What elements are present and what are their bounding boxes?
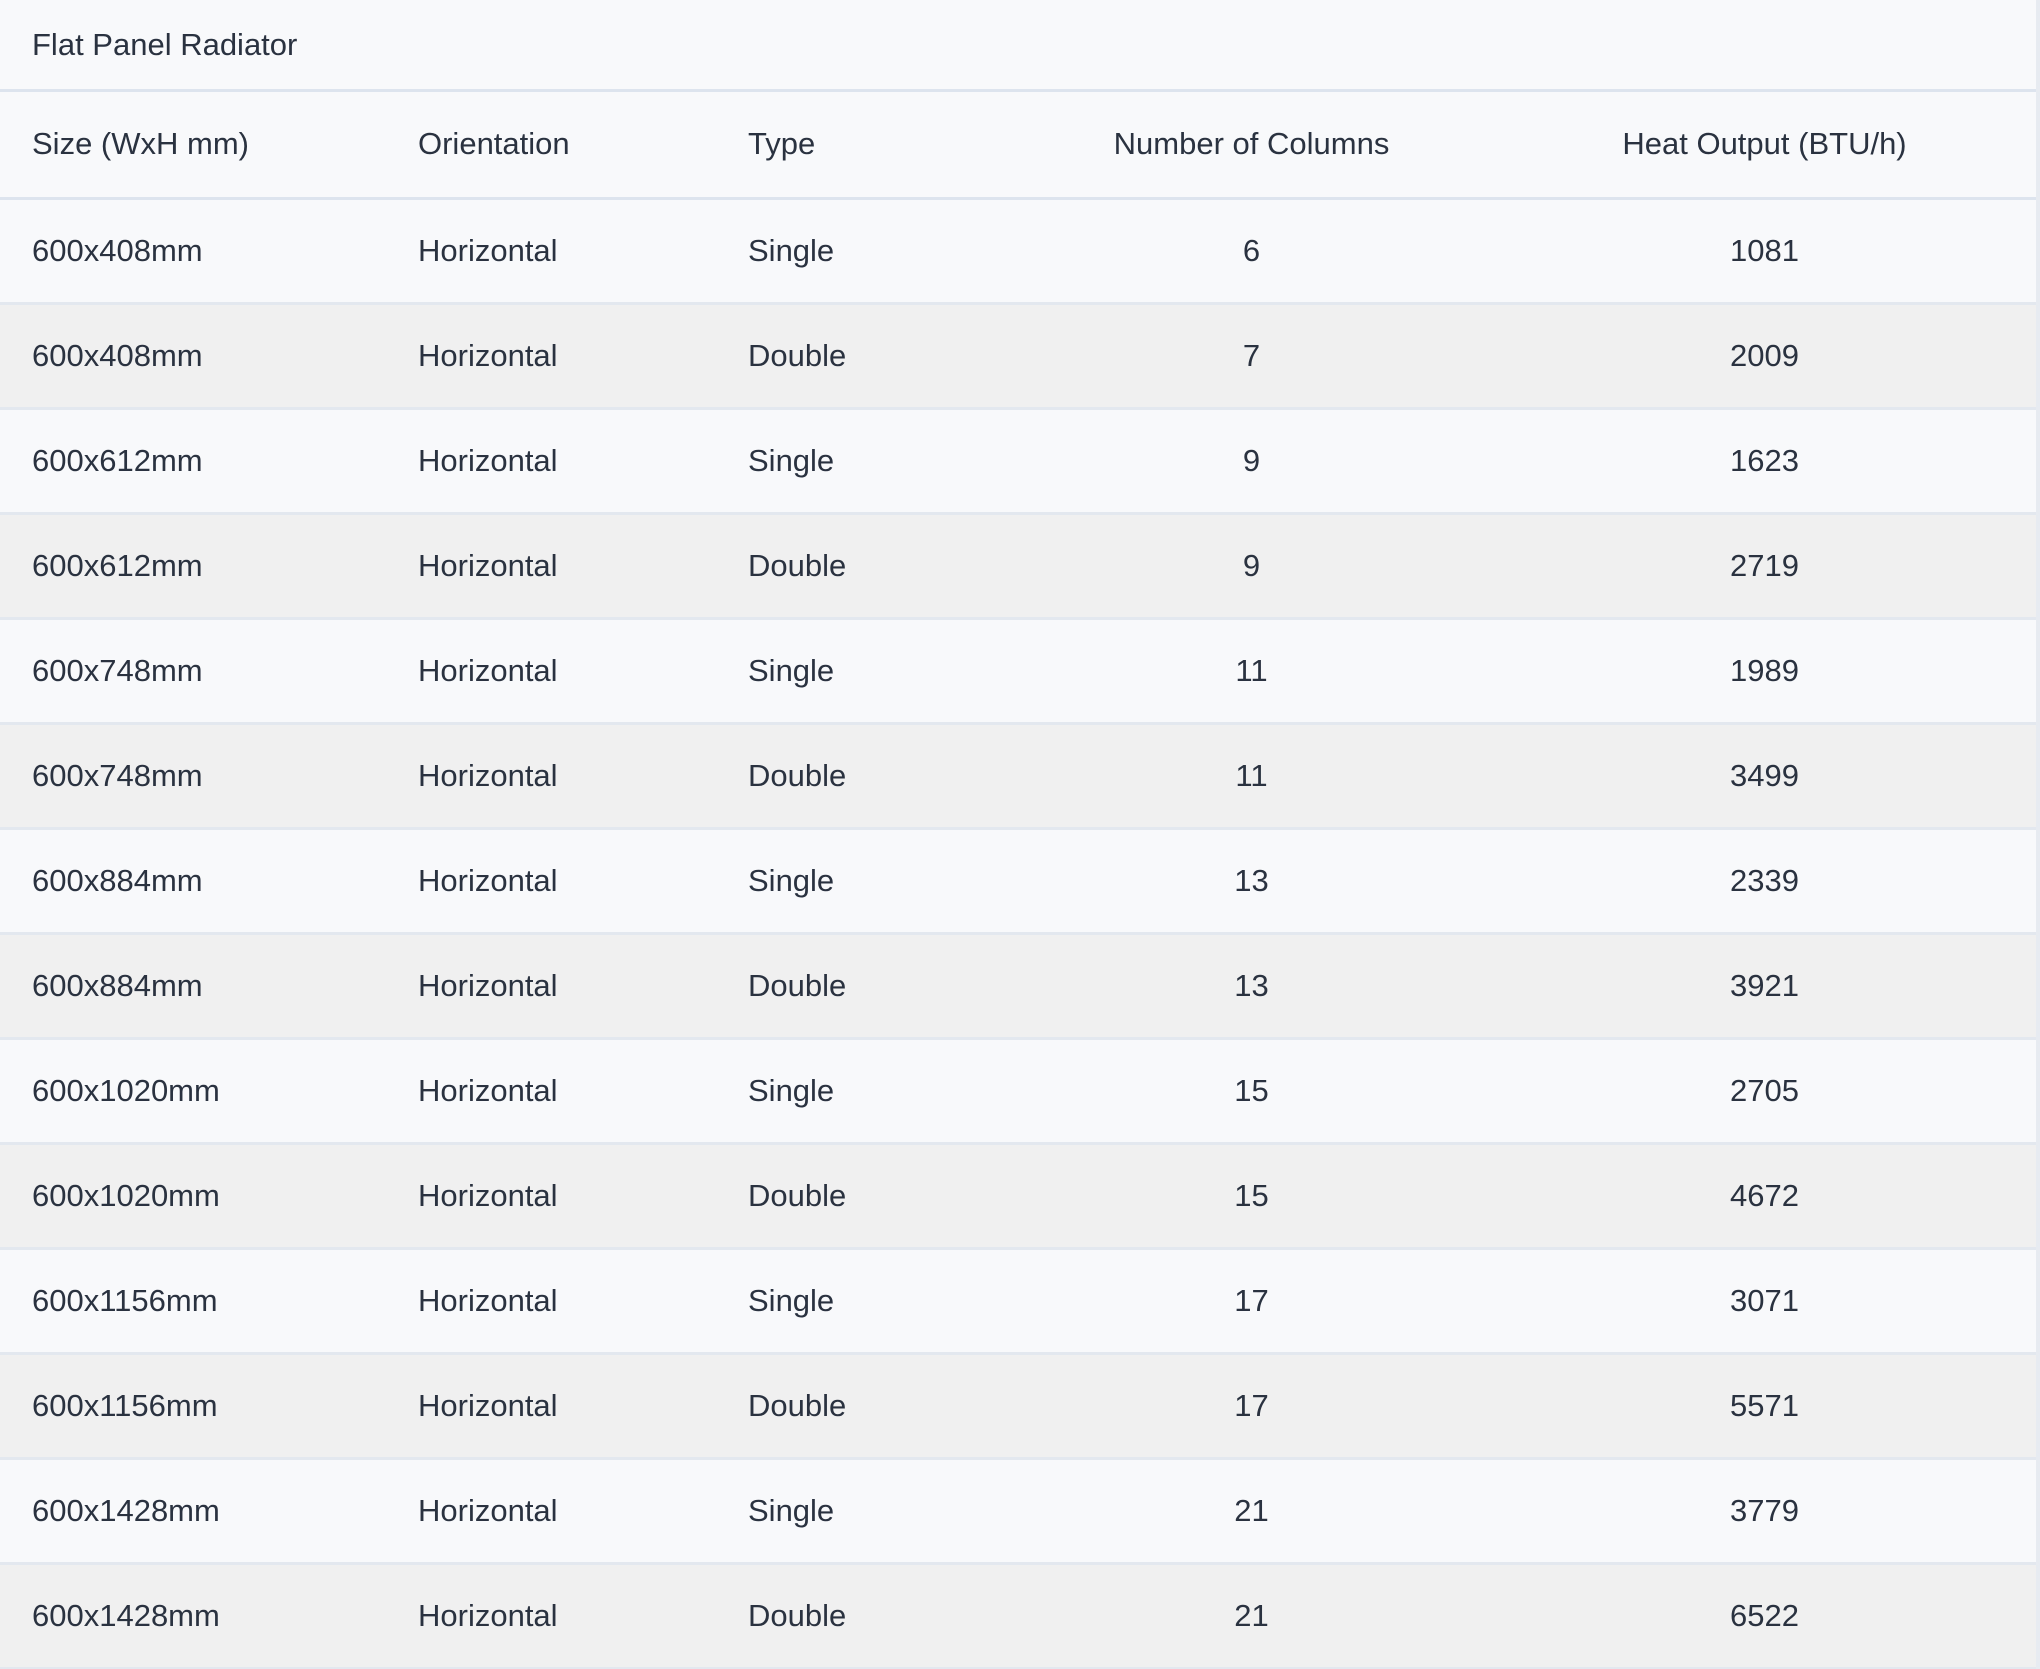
cell-number-of-columns: 9 — [1010, 513, 1493, 620]
cell-heat-output: 2009 — [1493, 303, 2036, 410]
cell-size: 600x884mm — [0, 828, 418, 935]
column-header-heat-output[interactable]: Heat Output (BTU/h) — [1493, 92, 2036, 200]
cell-heat-output: 2339 — [1493, 828, 2036, 935]
table-row: 600x1020mm Horizontal Single 15 2705 — [0, 1038, 2036, 1145]
cell-size: 600x612mm — [0, 513, 418, 620]
cell-heat-output: 6522 — [1493, 1563, 2036, 1669]
column-header-orientation[interactable]: Orientation — [418, 92, 748, 200]
cell-orientation: Horizontal — [418, 513, 748, 620]
table-row: 600x1428mm Horizontal Double 21 6522 — [0, 1563, 2036, 1669]
table-row: 600x884mm Horizontal Single 13 2339 — [0, 828, 2036, 935]
cell-orientation: Horizontal — [418, 303, 748, 410]
table-header: Size (WxH mm) Orientation Type Number of… — [0, 92, 2036, 200]
cell-type: Double — [748, 513, 1010, 620]
table-title: Flat Panel Radiator — [32, 26, 298, 62]
cell-orientation: Horizontal — [418, 933, 748, 1040]
cell-orientation: Horizontal — [418, 198, 748, 305]
table-row: 600x748mm Horizontal Single 11 1989 — [0, 618, 2036, 725]
cell-heat-output: 2719 — [1493, 513, 2036, 620]
cell-heat-output: 3499 — [1493, 723, 2036, 830]
cell-heat-output: 1623 — [1493, 408, 2036, 515]
table-row: 600x408mm Horizontal Double 7 2009 — [0, 303, 2036, 410]
cell-number-of-columns: 9 — [1010, 408, 1493, 515]
radiator-table: Size (WxH mm) Orientation Type Number of… — [0, 92, 2036, 1669]
cell-type: Double — [748, 723, 1010, 830]
table-row: 600x1428mm Horizontal Single 21 3779 — [0, 1458, 2036, 1565]
cell-heat-output: 5571 — [1493, 1353, 2036, 1460]
cell-number-of-columns: 15 — [1010, 1038, 1493, 1145]
header-row: Size (WxH mm) Orientation Type Number of… — [0, 92, 2036, 200]
cell-type: Double — [748, 1353, 1010, 1460]
cell-number-of-columns: 11 — [1010, 618, 1493, 725]
cell-type: Single — [748, 198, 1010, 305]
cell-number-of-columns: 15 — [1010, 1143, 1493, 1250]
cell-orientation: Horizontal — [418, 618, 748, 725]
cell-size: 600x1156mm — [0, 1248, 418, 1355]
cell-type: Single — [748, 1458, 1010, 1565]
table-caption-bar: Flat Panel Radiator — [0, 0, 2036, 92]
cell-size: 600x1156mm — [0, 1353, 418, 1460]
cell-orientation: Horizontal — [418, 723, 748, 830]
cell-type: Single — [748, 828, 1010, 935]
cell-type: Double — [748, 933, 1010, 1040]
cell-type: Single — [748, 618, 1010, 725]
cell-number-of-columns: 7 — [1010, 303, 1493, 410]
column-header-size[interactable]: Size (WxH mm) — [0, 92, 418, 200]
cell-heat-output: 1989 — [1493, 618, 2036, 725]
cell-size: 600x1020mm — [0, 1143, 418, 1250]
cell-orientation: Horizontal — [418, 1143, 748, 1250]
cell-type: Double — [748, 1563, 1010, 1669]
cell-type: Single — [748, 1248, 1010, 1355]
cell-orientation: Horizontal — [418, 1563, 748, 1669]
cell-orientation: Horizontal — [418, 408, 748, 515]
cell-number-of-columns: 21 — [1010, 1458, 1493, 1565]
column-header-type[interactable]: Type — [748, 92, 1010, 200]
cell-heat-output: 4672 — [1493, 1143, 2036, 1250]
cell-heat-output: 2705 — [1493, 1038, 2036, 1145]
cell-size: 600x1428mm — [0, 1458, 418, 1565]
table-row: 600x612mm Horizontal Single 9 1623 — [0, 408, 2036, 515]
cell-type: Single — [748, 408, 1010, 515]
cell-size: 600x748mm — [0, 723, 418, 830]
cell-number-of-columns: 17 — [1010, 1248, 1493, 1355]
cell-number-of-columns: 13 — [1010, 828, 1493, 935]
table-row: 600x612mm Horizontal Double 9 2719 — [0, 513, 2036, 620]
radiator-table-panel: Flat Panel Radiator Size (WxH mm) Orient… — [0, 0, 2040, 1669]
cell-heat-output: 3071 — [1493, 1248, 2036, 1355]
cell-number-of-columns: 11 — [1010, 723, 1493, 830]
cell-size: 600x408mm — [0, 198, 418, 305]
cell-size: 600x1428mm — [0, 1563, 418, 1669]
cell-size: 600x612mm — [0, 408, 418, 515]
cell-orientation: Horizontal — [418, 1248, 748, 1355]
table-body: 600x408mm Horizontal Single 6 1081 600x4… — [0, 198, 2036, 1669]
cell-heat-output: 1081 — [1493, 198, 2036, 305]
cell-number-of-columns: 6 — [1010, 198, 1493, 305]
cell-orientation: Horizontal — [418, 1038, 748, 1145]
cell-heat-output: 3921 — [1493, 933, 2036, 1040]
cell-number-of-columns: 17 — [1010, 1353, 1493, 1460]
table-row: 600x1156mm Horizontal Double 17 5571 — [0, 1353, 2036, 1460]
cell-size: 600x408mm — [0, 303, 418, 410]
cell-size: 600x748mm — [0, 618, 418, 725]
table-row: 600x1020mm Horizontal Double 15 4672 — [0, 1143, 2036, 1250]
cell-size: 600x884mm — [0, 933, 418, 1040]
table-row: 600x408mm Horizontal Single 6 1081 — [0, 198, 2036, 305]
table-row: 600x1156mm Horizontal Single 17 3071 — [0, 1248, 2036, 1355]
cell-heat-output: 3779 — [1493, 1458, 2036, 1565]
cell-type: Single — [748, 1038, 1010, 1145]
column-header-number-of-columns[interactable]: Number of Columns — [1010, 92, 1493, 200]
cell-number-of-columns: 13 — [1010, 933, 1493, 1040]
cell-orientation: Horizontal — [418, 1353, 748, 1460]
cell-orientation: Horizontal — [418, 1458, 748, 1565]
cell-type: Double — [748, 303, 1010, 410]
cell-size: 600x1020mm — [0, 1038, 418, 1145]
cell-orientation: Horizontal — [418, 828, 748, 935]
table-row: 600x884mm Horizontal Double 13 3921 — [0, 933, 2036, 1040]
cell-number-of-columns: 21 — [1010, 1563, 1493, 1669]
table-row: 600x748mm Horizontal Double 11 3499 — [0, 723, 2036, 830]
cell-type: Double — [748, 1143, 1010, 1250]
